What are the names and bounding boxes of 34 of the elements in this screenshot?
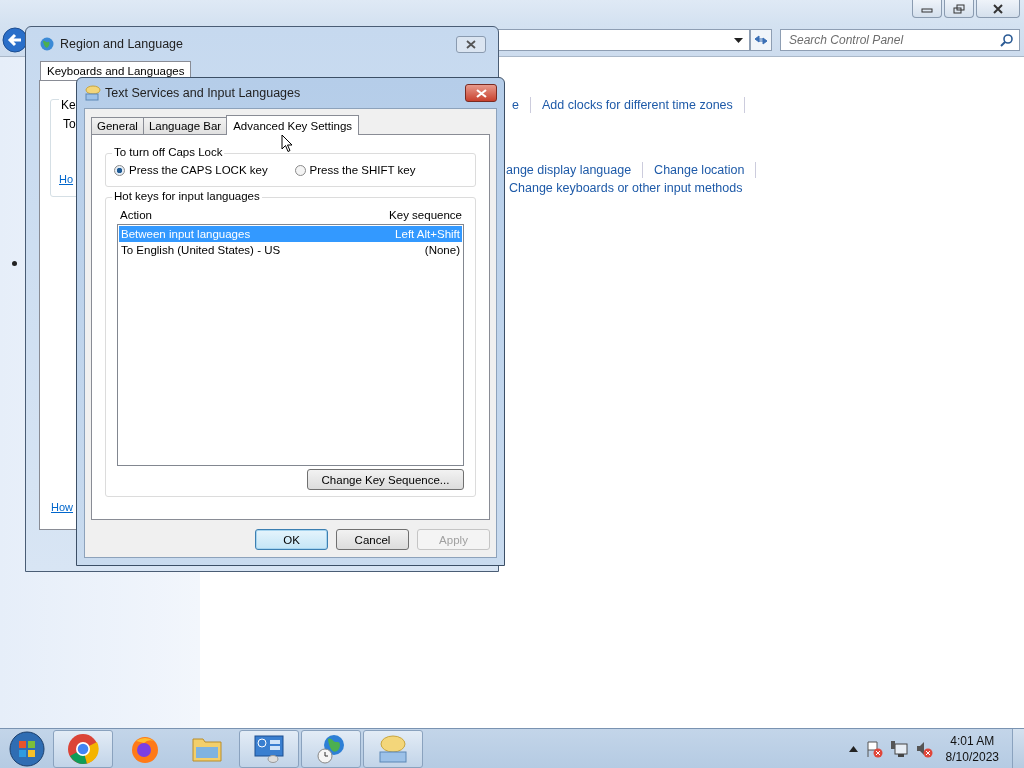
search-field[interactable]: Search Control Panel bbox=[780, 29, 1020, 51]
description-text: To bbox=[63, 117, 76, 131]
task-link[interactable]: Add clocks for different time zones bbox=[541, 98, 733, 112]
column-header: Key sequence bbox=[389, 209, 462, 221]
dialog-button[interactable]: OK bbox=[255, 529, 328, 550]
key-sequence-text: Left Alt+Shift bbox=[395, 228, 460, 240]
task-link[interactable]: Change location bbox=[654, 163, 745, 177]
clock-date: 8/10/2023 bbox=[945, 748, 999, 765]
tab[interactable]: Language Bar bbox=[142, 117, 228, 134]
group-label: Hot keys for input languages bbox=[112, 190, 262, 202]
radio-option[interactable]: Press the CAPS LOCK key bbox=[114, 164, 295, 176]
radio-label: Press the CAPS LOCK key bbox=[129, 164, 268, 176]
tab[interactable]: Advanced Key Settings bbox=[226, 115, 360, 135]
action-text: Between input languages bbox=[121, 228, 251, 240]
task-link[interactable]: Change keyboards or other input methods bbox=[509, 181, 743, 195]
radio-option[interactable]: Press the SHIFT key bbox=[294, 164, 475, 176]
key-sequence-text: (None) bbox=[424, 244, 460, 256]
group-label: To turn off Caps Lock bbox=[112, 146, 225, 158]
dialog-button[interactable]: Cancel bbox=[336, 529, 409, 550]
help-link[interactable]: How bbox=[51, 501, 73, 513]
window-title: Text Services and Input Languages bbox=[105, 86, 301, 100]
tab[interactable]: General bbox=[91, 117, 144, 134]
radio-label: Press the SHIFT key bbox=[309, 164, 416, 176]
task-link[interactable]: ange display language bbox=[506, 163, 632, 177]
group-label: Ke bbox=[59, 98, 78, 112]
task-link[interactable]: e bbox=[512, 98, 519, 112]
column-header: Action bbox=[120, 209, 152, 221]
window-title: Region and Language bbox=[60, 37, 184, 51]
action-text: To English (United States) - US bbox=[121, 244, 281, 256]
help-link[interactable]: Ho bbox=[59, 173, 74, 185]
list-row[interactable]: To English (United States) - US (None) bbox=[119, 242, 462, 258]
change-key-sequence-button[interactable]: Change Key Sequence... bbox=[307, 469, 464, 490]
clock[interactable]: 4:01 AM 8/10/2023 bbox=[939, 732, 1005, 765]
clock-time: 4:01 AM bbox=[950, 732, 995, 749]
